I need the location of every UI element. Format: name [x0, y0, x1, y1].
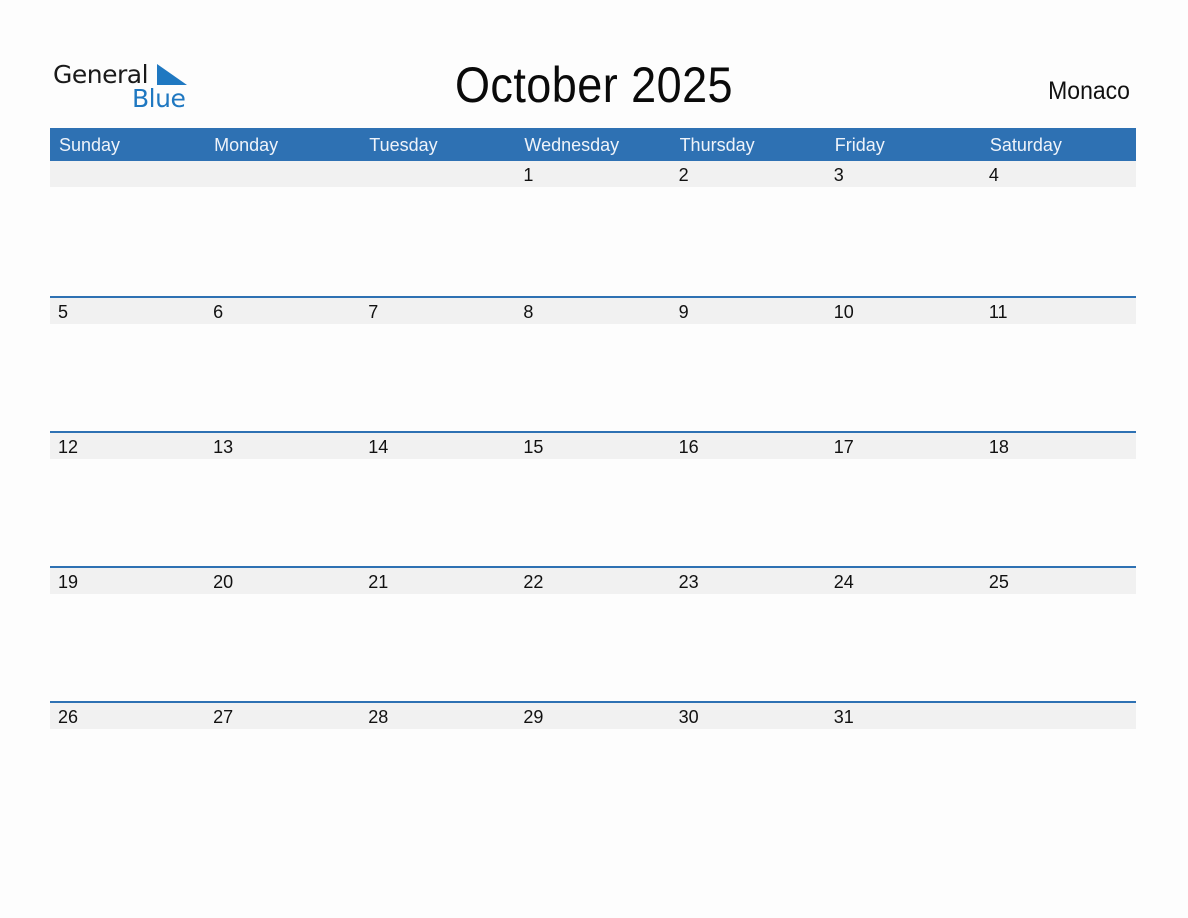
day-number-strip: 1 2 3 4 [50, 161, 1136, 187]
day-number-strip: 5 6 7 8 9 10 11 [50, 298, 1136, 324]
day-cell: 7 [368, 302, 379, 322]
day-cell: 3 [833, 165, 844, 185]
weekday-thursday: Thursday [679, 135, 755, 155]
day-cell: 12 [58, 437, 79, 457]
country-label: Monaco [1048, 77, 1130, 105]
day-number-strip: 12 13 14 15 16 17 18 [50, 433, 1136, 459]
weekday-friday: Friday [834, 135, 885, 155]
day-cell: 20 [213, 572, 234, 592]
week-row: 1 2 3 4 [50, 161, 1136, 296]
week-row: 26 27 28 29 30 31 [50, 701, 1136, 836]
day-cell: 19 [58, 572, 79, 592]
day-cell: 29 [523, 707, 544, 727]
day-cell [360, 161, 515, 187]
week-row: 19 20 21 22 23 24 25 [50, 566, 1136, 701]
day-cell: 8 [523, 302, 534, 322]
day-cell: 9 [678, 302, 689, 322]
day-cell: 31 [833, 707, 854, 727]
day-cell: 16 [678, 437, 699, 457]
day-cell: 5 [58, 302, 69, 322]
day-cell: 22 [523, 572, 544, 592]
day-cell: 28 [368, 707, 389, 727]
weekday-monday: Monday [214, 135, 279, 155]
day-cell: 25 [988, 572, 1009, 592]
day-cell: 24 [833, 572, 854, 592]
day-cell: 2 [678, 165, 689, 185]
day-number-strip: 19 20 21 22 23 24 25 [50, 568, 1136, 594]
month-calendar: Sunday Monday Tuesday Wednesday Thursday… [50, 128, 1136, 836]
day-cell: 27 [213, 707, 234, 727]
day-cell: 1 [523, 165, 534, 185]
weekday-wednesday: Wednesday [524, 135, 620, 155]
day-cell: 15 [523, 437, 544, 457]
day-cell: 26 [58, 707, 79, 727]
weekday-sunday: Sunday [59, 135, 121, 155]
weekday-saturday: Saturday [989, 135, 1062, 155]
day-cell: 30 [678, 707, 699, 727]
day-cell: 14 [368, 437, 389, 457]
week-row: 12 13 14 15 16 17 18 [50, 431, 1136, 566]
day-cell [205, 161, 360, 187]
weeks-container: 1 2 3 4 5 6 7 8 9 10 11 12 13 14 15 16 17 18 19 20 21 22 23 24 2… [50, 161, 1136, 836]
day-cell: 11 [988, 302, 1008, 322]
day-number-strip: 26 27 28 29 30 31 [50, 703, 1136, 729]
weekday-tuesday: Tuesday [369, 135, 438, 155]
calendar-title: October 2025 [454, 57, 734, 113]
weekday-header: Sunday Monday Tuesday Wednesday Thursday… [50, 128, 1136, 161]
day-cell [50, 161, 205, 187]
week-row: 5 6 7 8 9 10 11 [50, 296, 1136, 431]
day-cell [981, 703, 1136, 729]
day-cell: 21 [368, 572, 389, 592]
day-cell: 17 [833, 437, 854, 457]
day-cell: 18 [988, 437, 1009, 457]
day-cell: 10 [833, 302, 854, 322]
day-cell: 6 [213, 302, 224, 322]
day-cell: 23 [678, 572, 699, 592]
day-cell: 13 [213, 437, 234, 457]
day-cell: 4 [988, 165, 999, 185]
